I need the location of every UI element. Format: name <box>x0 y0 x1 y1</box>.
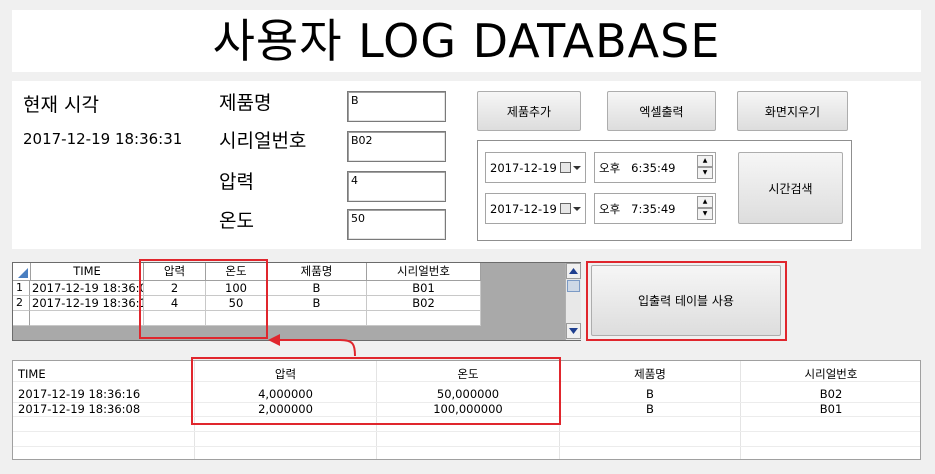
from-time-picker[interactable]: 오후 6:35:49 ▲ ▼ <box>594 152 716 183</box>
cell-time[interactable]: 2017-12-19 18:36:16 <box>30 296 144 311</box>
serial-input[interactable]: B02 <box>347 131 446 162</box>
cell-serial[interactable]: B02 <box>367 296 481 311</box>
chevron-down-icon <box>573 207 581 211</box>
cell-temperature[interactable]: 50 <box>206 296 267 311</box>
temperature-input[interactable]: 50 <box>347 209 446 240</box>
app-title: 사용자 LOG DATABASE <box>212 14 721 68</box>
chevron-down-icon <box>573 166 581 170</box>
list-col-temperature[interactable]: 온도 <box>377 367 559 381</box>
list-cell-serial[interactable]: B01 <box>741 402 921 416</box>
row-divider <box>13 446 920 447</box>
row-header-empty[interactable] <box>13 311 30 326</box>
row-header[interactable]: 2 <box>13 296 30 311</box>
list-cell-time[interactable]: 2017-12-19 18:36:08 <box>18 402 140 416</box>
clock-value: 2017-12-19 18:36:31 <box>23 130 183 148</box>
list-cell-product[interactable]: B <box>560 387 740 401</box>
cell-empty[interactable] <box>267 311 367 326</box>
to-date-picker[interactable]: 2017-12-19 <box>485 193 586 224</box>
triangle-up-icon <box>569 268 578 274</box>
form-panel: 현재 시각 2017-12-19 18:36:31 제품명 시리얼번호 압력 온… <box>12 81 921 249</box>
product-name-label: 제품명 <box>219 92 272 114</box>
vertical-scrollbar[interactable] <box>565 263 581 340</box>
annotation-arrow-icon <box>268 334 356 357</box>
cell-product[interactable]: B <box>267 281 367 296</box>
col-header-pressure[interactable]: 압력 <box>144 263 206 281</box>
row-divider <box>13 416 920 417</box>
pressure-input[interactable]: 4 <box>347 171 446 202</box>
cell-time[interactable]: 2017-12-19 18:36:08 <box>30 281 144 296</box>
row-header[interactable]: 1 <box>13 281 30 296</box>
list-cell-serial[interactable]: B02 <box>741 387 921 401</box>
serial-label: 시리얼번호 <box>219 130 307 152</box>
pressure-label: 압력 <box>219 171 254 193</box>
sort-corner-icon <box>18 268 28 278</box>
temperature-label: 온도 <box>219 210 254 232</box>
list-col-product[interactable]: 제품명 <box>560 367 740 381</box>
list-cell-temperature[interactable]: 100,000000 <box>377 402 559 416</box>
to-time-spinner[interactable]: ▲ ▼ <box>697 196 713 221</box>
from-time-spinner[interactable]: ▲ ▼ <box>697 155 713 180</box>
clock-label: 현재 시각 <box>23 94 99 116</box>
col-header-serial[interactable]: 시리얼번호 <box>367 263 481 281</box>
product-name-input[interactable]: B <box>347 91 446 122</box>
scroll-thumb[interactable] <box>567 280 580 292</box>
from-time-value: 오후 6:35:49 <box>599 160 676 175</box>
to-time-picker[interactable]: 오후 7:35:49 ▲ ▼ <box>594 193 716 224</box>
io-table-button[interactable]: 입출력 테이블 사용 <box>591 265 781 336</box>
spin-up-icon[interactable]: ▲ <box>697 196 713 208</box>
list-cell-product[interactable]: B <box>560 402 740 416</box>
spin-down-icon[interactable]: ▼ <box>697 167 713 179</box>
row-divider <box>13 431 920 432</box>
excel-export-button[interactable]: 엑셀출력 <box>607 91 716 131</box>
cell-pressure[interactable]: 2 <box>144 281 206 296</box>
add-product-button[interactable]: 제품추가 <box>477 91 581 131</box>
col-header-time[interactable]: TIME <box>31 263 144 281</box>
spin-down-icon[interactable]: ▼ <box>697 208 713 220</box>
cell-serial[interactable]: B01 <box>367 281 481 296</box>
to-time-value: 오후 7:35:49 <box>599 201 676 216</box>
list-col-serial[interactable]: 시리얼번호 <box>741 367 921 381</box>
calendar-icon <box>560 203 571 214</box>
cell-pressure[interactable]: 4 <box>144 296 206 311</box>
lower-list-view[interactable]: TIME 압력 온도 제품명 시리얼번호 2017-12-19 18:36:16… <box>12 360 921 460</box>
col-header-product[interactable]: 제품명 <box>267 263 367 281</box>
cell-product[interactable]: B <box>267 296 367 311</box>
to-date-value: 2017-12-19 <box>490 201 557 216</box>
from-date-value: 2017-12-19 <box>490 160 557 175</box>
cell-empty[interactable] <box>206 311 267 326</box>
cell-empty[interactable] <box>144 311 206 326</box>
cell-empty[interactable] <box>367 311 481 326</box>
list-cell-pressure[interactable]: 2,000000 <box>195 402 376 416</box>
triangle-down-icon <box>569 328 578 334</box>
list-cell-pressure[interactable]: 4,000000 <box>195 387 376 401</box>
calendar-icon <box>560 162 571 173</box>
header-divider <box>13 381 920 382</box>
cell-temperature[interactable]: 100 <box>206 281 267 296</box>
list-cell-temperature[interactable]: 50,000000 <box>377 387 559 401</box>
grid-corner[interactable] <box>13 263 31 281</box>
spin-up-icon[interactable]: ▲ <box>697 155 713 167</box>
from-date-picker[interactable]: 2017-12-19 <box>485 152 586 183</box>
col-header-temperature[interactable]: 온도 <box>206 263 267 281</box>
title-panel: 사용자 LOG DATABASE <box>12 10 921 72</box>
time-search-group: 2017-12-19 오후 6:35:49 ▲ ▼ 2017-12-19 오후 … <box>477 140 852 241</box>
time-search-button[interactable]: 시간검색 <box>738 152 843 224</box>
list-cell-time[interactable]: 2017-12-19 18:36:16 <box>18 387 140 401</box>
cell-empty[interactable] <box>30 311 144 326</box>
scroll-up-button[interactable] <box>566 263 581 279</box>
list-col-time[interactable]: TIME <box>18 367 46 381</box>
scroll-down-button[interactable] <box>566 323 581 339</box>
list-col-pressure[interactable]: 압력 <box>195 367 376 381</box>
clear-screen-button[interactable]: 화면지우기 <box>737 91 848 131</box>
